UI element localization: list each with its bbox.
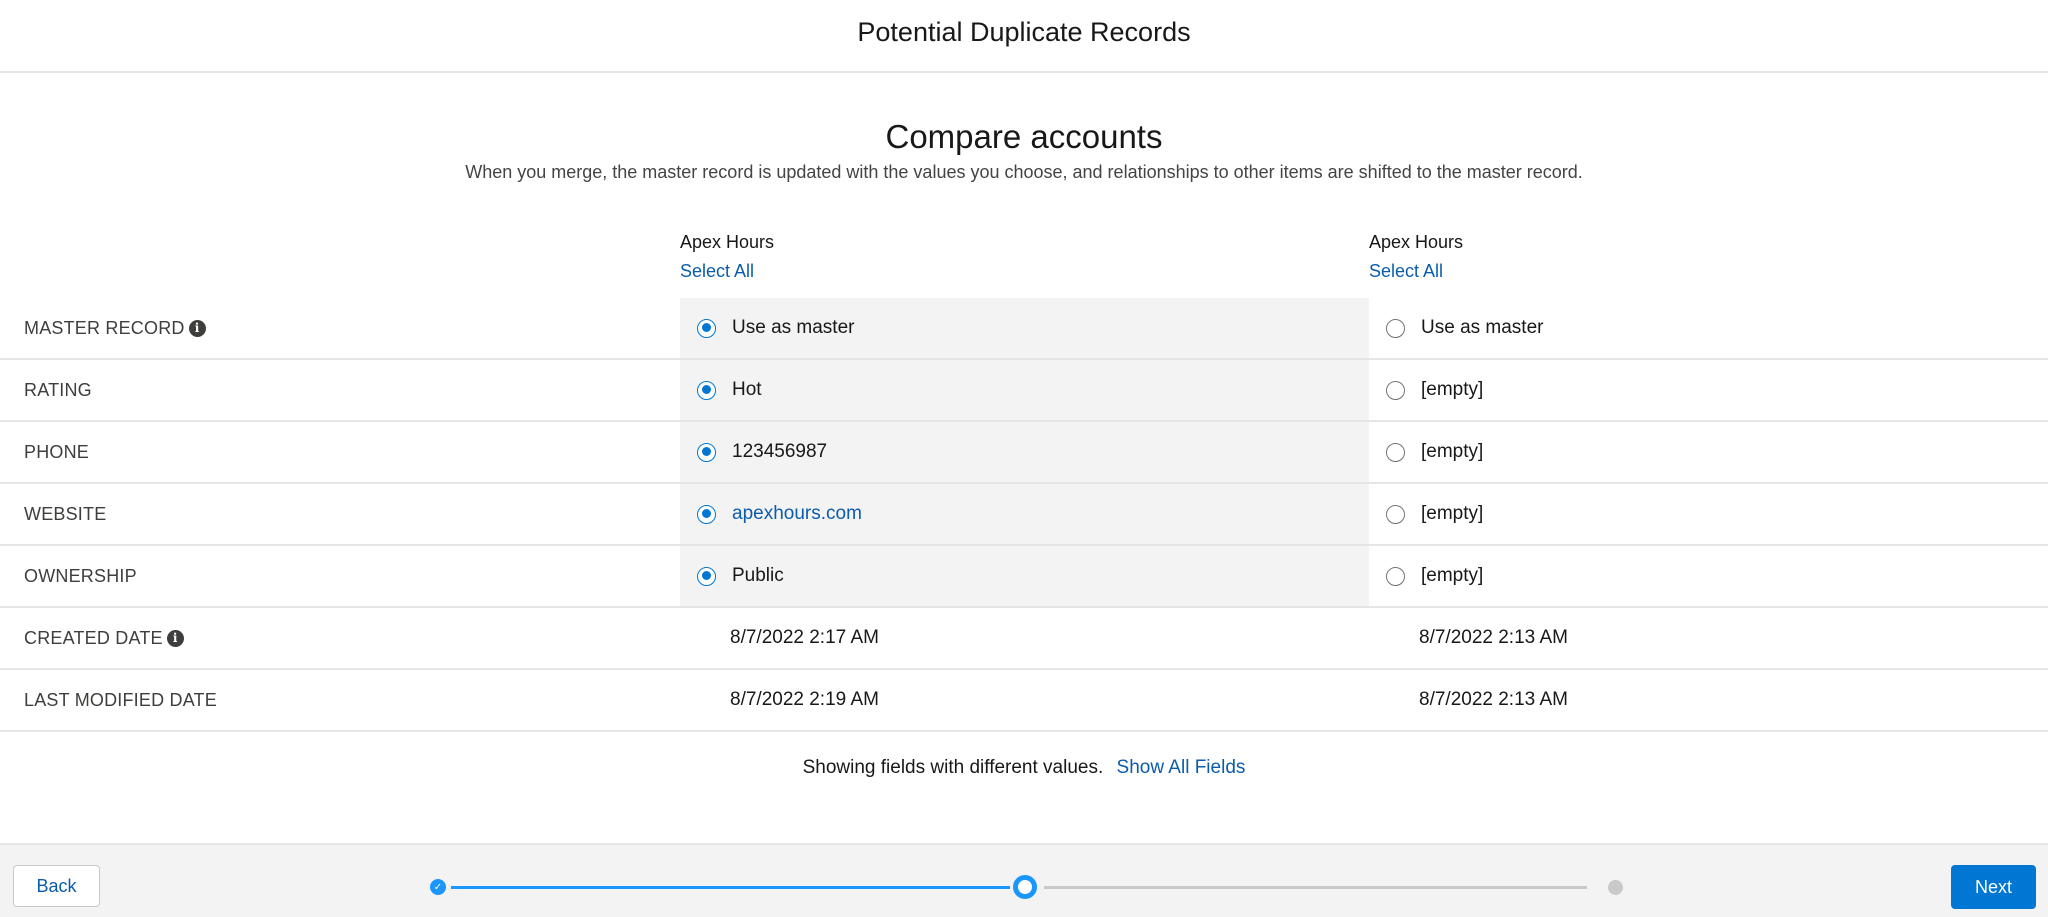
record-2-select-all-link[interactable]: Select All [1369, 261, 1463, 282]
modified-date-record-1: 8/7/2022 2:19 AM [730, 689, 879, 710]
created-date-record-1: 8/7/2022 2:17 AM [730, 627, 879, 648]
field-label-text: CREATED DATE [24, 627, 163, 648]
option-value: Hot [732, 379, 762, 400]
radio-button[interactable] [1386, 380, 1405, 400]
info-icon[interactable]: i [166, 629, 184, 647]
radio-button-selected[interactable] [697, 318, 716, 338]
record-1-select-all-link[interactable]: Select All [680, 261, 774, 282]
progress-indicator: ✓ [428, 867, 1628, 907]
radio-button[interactable] [1386, 566, 1405, 586]
radio-button[interactable] [1386, 442, 1405, 462]
row-master-record: MASTER RECORD i Use as master Use as mas… [0, 298, 2048, 360]
step-1-check-icon[interactable]: ✓ [430, 879, 446, 895]
field-label: MASTER RECORD i [24, 298, 206, 358]
website-option-record-1[interactable]: apexhours.com [680, 484, 1369, 544]
radio-button-selected[interactable] [697, 566, 716, 586]
phone-option-record-1[interactable]: 123456987 [680, 422, 1369, 482]
created-date-record-2: 8/7/2022 2:13 AM [1419, 627, 1568, 648]
master-option-record-1[interactable]: Use as master [680, 298, 1369, 358]
option-value: [empty] [1421, 379, 1484, 400]
field-label: PHONE [24, 422, 89, 482]
phone-option-record-2[interactable]: [empty] [1369, 422, 2048, 482]
option-label: Use as master [732, 317, 855, 338]
info-icon[interactable]: i [188, 319, 206, 337]
row-ownership: OWNERSHIP Public [empty] [0, 546, 2048, 608]
show-all-fields-link[interactable]: Show All Fields [1117, 757, 1246, 778]
record-1-name: Apex Hours [680, 232, 775, 252]
option-label: Use as master [1421, 317, 1544, 338]
radio-button-selected[interactable] [697, 442, 716, 462]
field-label-text: OWNERSHIP [24, 565, 137, 586]
row-created-date: CREATED DATE i 8/7/2022 2:17 AM 8/7/2022… [0, 608, 2048, 670]
radio-button[interactable] [1386, 504, 1405, 524]
option-value: 123456987 [732, 441, 828, 462]
master-option-record-2[interactable]: Use as master [1369, 298, 2048, 358]
row-last-modified-date: LAST MODIFIED DATE 8/7/2022 2:19 AM 8/7/… [0, 670, 2048, 732]
row-phone: PHONE 123456987 [empty] [0, 422, 2048, 484]
compare-grid: MASTER RECORD i Use as master Use as mas… [0, 298, 2048, 732]
website-option-record-2[interactable]: [empty] [1369, 484, 2048, 544]
compare-description: When you merge, the master record is upd… [465, 162, 1583, 182]
field-label: WEBSITE [24, 484, 106, 544]
ownership-option-record-2[interactable]: [empty] [1369, 546, 2048, 606]
record-2-name: Apex Hours [1369, 232, 1464, 252]
fields-filter-text: Showing fields with different values. [802, 757, 1104, 778]
modal-title: Potential Duplicate Records [857, 17, 1191, 47]
rating-option-record-2[interactable]: [empty] [1369, 360, 2048, 420]
field-label: CREATED DATE i [24, 608, 184, 668]
option-value: [empty] [1421, 441, 1484, 462]
field-label: RATING [24, 360, 92, 420]
option-value: [empty] [1421, 503, 1484, 524]
website-link[interactable]: apexhours.com [732, 503, 862, 525]
record-1-header: Apex Hours Select All [680, 232, 774, 282]
field-label-text: LAST MODIFIED DATE [24, 689, 217, 710]
field-label: LAST MODIFIED DATE [24, 670, 217, 730]
field-label: OWNERSHIP [24, 546, 137, 606]
ownership-option-record-1[interactable]: Public [680, 546, 1369, 606]
radio-button-selected[interactable] [697, 380, 716, 400]
modified-date-record-2: 8/7/2022 2:13 AM [1419, 689, 1568, 710]
field-label-text: WEBSITE [24, 503, 107, 524]
row-rating: RATING Hot [empty] [0, 360, 2048, 422]
row-website: WEBSITE apexhours.com [empty] [0, 484, 2048, 546]
fields-filter-note: Showing fields with different values. Sh… [0, 757, 2048, 779]
field-label-text: PHONE [24, 441, 90, 462]
rating-option-record-1[interactable]: Hot [680, 360, 1369, 420]
modal-footer: Back ✓ Next [0, 843, 2048, 917]
compare-title: Compare accounts [885, 118, 1163, 155]
step-2-current[interactable] [1013, 875, 1037, 899]
step-3-pending[interactable] [1608, 880, 1623, 895]
progress-track-complete [451, 886, 1010, 889]
field-label-text: MASTER RECORD [24, 317, 185, 338]
radio-button[interactable] [1386, 318, 1405, 338]
back-button[interactable]: Back [13, 865, 100, 907]
option-value: Public [732, 565, 784, 586]
next-button[interactable]: Next [1951, 865, 2036, 909]
record-2-header: Apex Hours Select All [1369, 232, 1463, 282]
option-value: [empty] [1421, 565, 1484, 586]
radio-button-selected[interactable] [697, 504, 716, 524]
modal-header: Potential Duplicate Records [0, 0, 2048, 73]
field-label-text: RATING [24, 379, 92, 400]
progress-track-remaining [1044, 886, 1587, 889]
